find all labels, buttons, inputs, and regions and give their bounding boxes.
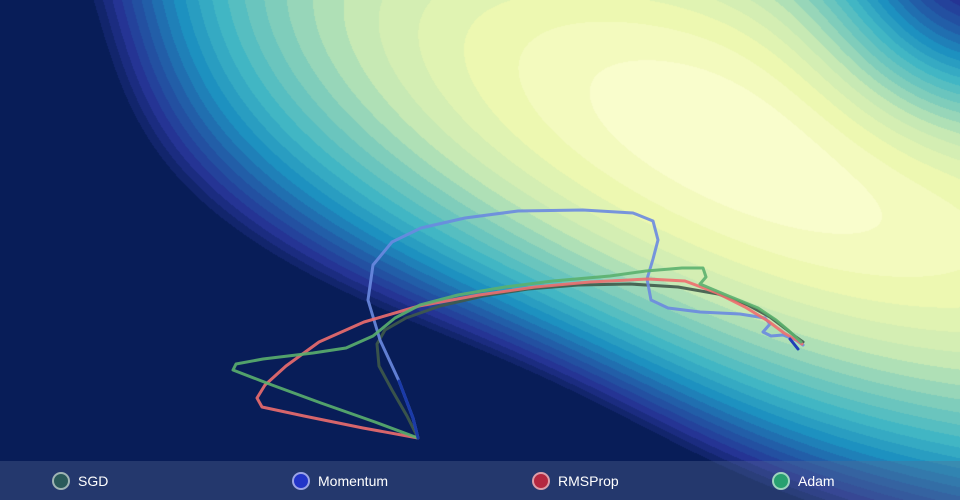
legend-item-momentum[interactable]: Momentum: [292, 461, 388, 500]
legend-swatch-adam: [772, 471, 790, 490]
optimizer-visualization: SGD Momentum RMSProp Adam: [0, 0, 960, 500]
legend-swatch-sgd: [52, 471, 70, 490]
path-momentum: [366, 208, 805, 440]
legend-item-sgd[interactable]: SGD: [52, 461, 108, 500]
path-rmsprop: [255, 277, 804, 440]
legend-item-adam[interactable]: Adam: [772, 461, 835, 500]
legend-swatch-rmsprop: [532, 471, 550, 490]
legend-swatch-momentum: [292, 471, 310, 490]
legend-label: RMSProp: [558, 472, 619, 489]
legend-label: SGD: [78, 472, 109, 489]
path-sgd: [375, 282, 805, 440]
legend: SGD Momentum RMSProp Adam: [0, 461, 960, 500]
legend-item-rmsprop[interactable]: RMSProp: [532, 461, 619, 500]
legend-label: Adam: [798, 472, 835, 489]
legend-label: Momentum: [318, 472, 389, 489]
optimizer-paths-plot: [231, 208, 805, 440]
